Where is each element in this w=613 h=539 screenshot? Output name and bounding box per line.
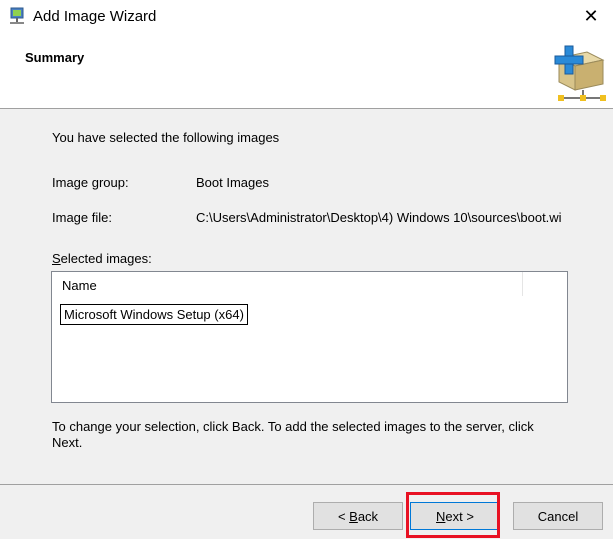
window-title: Add Image Wizard	[33, 8, 157, 25]
page-title: Summary	[25, 50, 85, 65]
cancel-button[interactable]: Cancel	[513, 502, 603, 530]
next-button-label: Next >	[436, 508, 474, 524]
back-button-label: < Back	[337, 508, 379, 524]
image-file-label: Image file:	[52, 210, 112, 225]
next-button[interactable]: Next >	[410, 502, 500, 530]
intro-text: You have selected the following images	[52, 130, 280, 145]
selected-images-list[interactable]: Name Microsoft Windows Setup (x64)	[51, 271, 568, 403]
cancel-button-label: Cancel	[537, 508, 579, 524]
list-header: Name	[52, 272, 567, 296]
footer-divider	[0, 484, 613, 485]
close-button[interactable]: ✕	[569, 0, 613, 32]
wizard-header: Summary	[0, 34, 613, 109]
footer-note: To change your selection, click Back. To…	[52, 419, 534, 450]
wizard-content: You have selected the following images I…	[0, 109, 613, 483]
image-group-label: Image group:	[52, 175, 129, 190]
title-bar: Add Image Wizard ✕	[0, 0, 613, 34]
column-separator[interactable]	[522, 272, 523, 296]
server-app-icon	[10, 7, 24, 24]
add-box-network-icon	[554, 45, 606, 101]
column-header-name[interactable]: Name	[62, 278, 97, 293]
list-item[interactable]: Microsoft Windows Setup (x64)	[60, 304, 248, 325]
back-button[interactable]: < Back	[313, 502, 403, 530]
close-icon: ✕	[583, 5, 599, 26]
image-file-value: C:\Users\Administrator\Desktop\4) Window…	[196, 210, 562, 225]
image-group-value: Boot Images	[196, 175, 269, 190]
selected-images-label: Selected images:	[52, 251, 152, 266]
